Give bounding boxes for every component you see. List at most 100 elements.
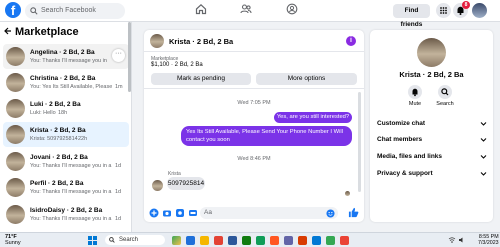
avatar <box>6 152 25 171</box>
clock-date: 7/3/2023 <box>478 240 499 246</box>
camera-icon[interactable] <box>162 208 172 218</box>
facebook-logo[interactable]: f <box>5 2 21 18</box>
conversation-name: Angelina · 2 Bd, 2 Ba <box>30 49 95 56</box>
conversation-name: Luki · 2 Bd, 2 Ba <box>30 101 81 108</box>
chat-scrollbar[interactable] <box>358 92 361 192</box>
app-icon[interactable] <box>270 236 279 245</box>
conversation-time: 1d <box>115 163 122 169</box>
conversation-preview: You: Yes Its Still Available, Please S..… <box>30 84 112 90</box>
avatar[interactable] <box>150 34 164 48</box>
conversation-preview: You: Thanks I'll message you in a... <box>30 58 108 64</box>
search-icon <box>441 88 449 96</box>
more-options-button[interactable]: ··· <box>112 49 125 62</box>
chrome-icon[interactable] <box>256 236 265 245</box>
outgoing-message: Yes Its Still Available, Please Send You… <box>181 126 352 146</box>
conversation-item[interactable]: Jovani · 2 Bd, 2 Ba You: Thanks I'll mes… <box>3 149 129 174</box>
home-icon[interactable] <box>195 3 207 15</box>
app-icon[interactable] <box>284 236 293 245</box>
sidebar-title: Marketplace <box>15 26 79 38</box>
app-icon[interactable] <box>298 236 307 245</box>
mute-label: Mute <box>408 101 422 107</box>
search-icon <box>30 7 38 15</box>
conversation-name: Jovani · 2 Bd, 2 Ba <box>30 154 88 161</box>
listing-price: $1,100 · 2 Bd, 2 Ba <box>151 62 203 68</box>
chevron-down-icon <box>480 122 487 126</box>
app-icon[interactable] <box>340 236 349 245</box>
apps-grid-button[interactable] <box>436 3 451 18</box>
section-label: Chat members <box>377 136 423 143</box>
message-input[interactable]: Aa <box>200 207 338 219</box>
mark-as-pending-button[interactable]: Mark as pending <box>151 73 251 85</box>
back-arrow-icon[interactable] <box>4 27 12 35</box>
find-friends-button[interactable]: Find friends <box>393 4 430 28</box>
volume-icon[interactable] <box>458 236 466 244</box>
search-facebook-input[interactable]: Search Facebook <box>25 3 125 19</box>
info-icon[interactable]: i <box>346 36 356 46</box>
system-clock[interactable]: 8:55 PM 7/3/2023 <box>478 234 499 246</box>
app-icon[interactable] <box>214 236 223 245</box>
section-label: Customize chat <box>377 120 426 127</box>
search-in-chat-button[interactable]: Search <box>435 85 455 107</box>
taskbar-search[interactable]: Search <box>105 235 165 245</box>
conversation-name: Christina · 2 Bd, 2 Ba <box>30 75 96 82</box>
conversation-item[interactable]: Angelina · 2 Bd, 2 Ba You: Thanks I'll m… <box>3 44 129 69</box>
windows-start-icon[interactable] <box>88 236 97 245</box>
sidebar-scrollbar[interactable] <box>128 22 131 92</box>
widgets-icon[interactable] <box>172 236 181 245</box>
chevron-down-icon <box>480 155 487 159</box>
avatar <box>6 99 25 118</box>
conversation-item[interactable]: Christina · 2 Bd, 2 Ba You: Yes Its Stil… <box>3 70 129 95</box>
conversation-item[interactable]: Perfil · 2 Bd, 2 Ba You: Thanks I'll mes… <box>3 175 129 200</box>
conversation-name: Perfil · 2 Bd, 2 Ba <box>30 180 84 187</box>
message-line: contact you soon <box>186 137 230 143</box>
apps-grid-icon <box>440 7 447 14</box>
chat-window: Krista · 2 Bd, 2 Ba i Marketplace $1,100… <box>144 30 364 222</box>
message-timestamp: Wed 8:46 PM <box>237 156 271 162</box>
conversation-item-active[interactable]: Krista · 2 Bd, 2 Ba Krista: 5097925814 2… <box>3 122 129 147</box>
avatar <box>6 205 25 224</box>
weather-widget[interactable]: 71°F Sunny <box>5 234 21 246</box>
chat-members-section[interactable]: Chat members <box>377 134 487 146</box>
taskbar-search-label: Search <box>119 237 139 243</box>
search-placeholder: Search Facebook <box>41 7 96 14</box>
app-icon[interactable] <box>228 236 237 245</box>
more-options-button[interactable]: More options <box>256 73 357 85</box>
message-line: Yes Its Still Available, Please Send You… <box>186 129 343 135</box>
marketplace-listing-card: Marketplace $1,100 · 2 Bd, 2 Ba Mark as … <box>144 52 364 89</box>
details-name: Krista · 2 Bd, 2 Ba <box>399 70 464 79</box>
section-label: Media, files and links <box>377 153 443 160</box>
chat-title[interactable]: Krista · 2 Bd, 2 Ba <box>169 37 233 46</box>
conversation-preview: Krista: 5097925814 <box>30 136 78 142</box>
file-explorer-icon[interactable] <box>200 236 209 245</box>
customize-chat-section[interactable]: Customize chat <box>377 118 487 130</box>
edge-icon[interactable] <box>312 236 321 245</box>
conversation-preview: Luki: Hello <box>30 110 56 116</box>
marketplace-inbox-sidebar: Marketplace Angelina · 2 Bd, 2 Ba You: T… <box>0 22 132 232</box>
conversation-time: 1m <box>115 84 123 90</box>
conversation-time: 22h <box>78 136 88 142</box>
app-icon[interactable] <box>242 236 251 245</box>
conversation-preview: You: Thanks I'll message you in a... <box>30 216 112 222</box>
profile-avatar[interactable] <box>417 38 446 67</box>
avatar <box>6 178 25 197</box>
chevron-down-icon <box>480 172 487 176</box>
conversation-preview: You: Thanks I'll message you in a... <box>30 163 112 169</box>
gif-icon[interactable] <box>188 208 198 218</box>
task-view-icon[interactable] <box>186 236 195 245</box>
groups-icon[interactable] <box>286 3 298 15</box>
conversation-item[interactable]: Luki · 2 Bd, 2 Ba Luki: Hello 18h <box>3 96 129 121</box>
sticker-icon[interactable] <box>175 208 185 218</box>
wifi-icon[interactable] <box>448 236 456 244</box>
like-thumb-icon[interactable] <box>348 207 359 218</box>
conversation-item[interactable]: IsidroDaisy · 2 Bd, 2 Ba You: Thanks I'l… <box>3 202 129 227</box>
app-icon[interactable] <box>326 236 335 245</box>
avatar <box>6 125 25 144</box>
plus-circle-icon[interactable] <box>149 208 159 218</box>
mute-button[interactable]: Mute <box>405 85 425 107</box>
media-files-links-section[interactable]: Media, files and links <box>377 151 487 163</box>
privacy-support-section[interactable]: Privacy & support <box>377 168 487 180</box>
profile-avatar[interactable] <box>472 3 487 18</box>
friends-icon[interactable] <box>240 3 252 15</box>
emoji-icon[interactable] <box>326 209 335 218</box>
conversation-name: Krista · 2 Bd, 2 Ba <box>30 127 86 134</box>
